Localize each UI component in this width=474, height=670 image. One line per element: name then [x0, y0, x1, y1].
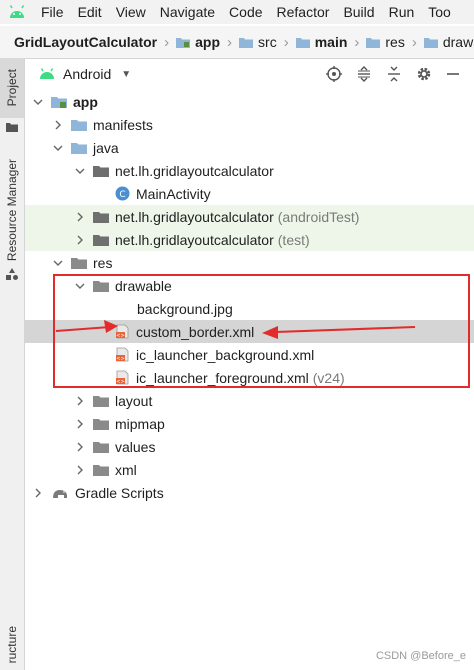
annotation-arrows	[55, 320, 416, 339]
watermark: CSDN @Before_e	[375, 650, 466, 662]
arrow-right-icon	[262, 326, 416, 339]
arrow-left-icon	[55, 320, 118, 333]
